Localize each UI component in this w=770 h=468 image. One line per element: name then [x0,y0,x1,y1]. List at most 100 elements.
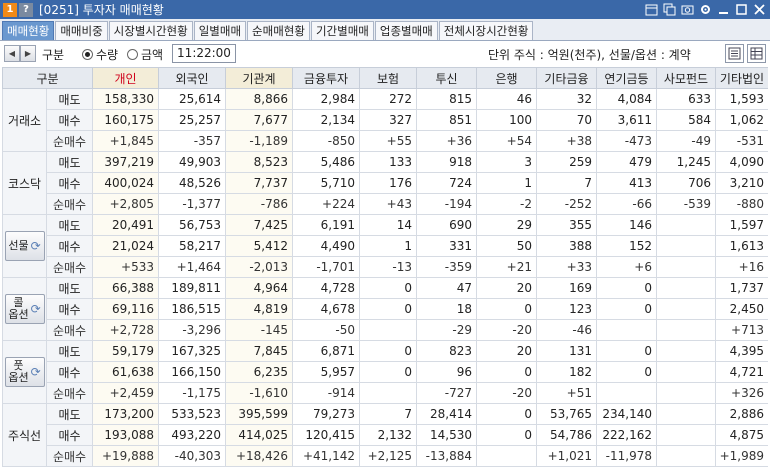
calendar-icon[interactable] [643,1,660,18]
radio-quantity[interactable]: 수량 [82,46,118,63]
table-cell: 146 [596,214,657,236]
group-cell-stock-futures: 주식선 [2,403,47,467]
row-type-label: 순매수 [46,130,93,152]
time-input[interactable]: 11:22:00 [172,44,236,63]
group-cell-kosdaq: 코스닥 [2,151,47,215]
tab-net-trading[interactable]: 순매매현황 [247,21,310,40]
put-option-button[interactable]: 풋 옵션 ⟳ [4,357,45,387]
radio-amount-dot[interactable] [127,49,138,60]
header-other-finance[interactable]: 기타금융 [536,67,597,89]
tab-sector-trading[interactable]: 업종별매매 [374,21,438,40]
table-cell: -20 [476,319,537,341]
table-cell: 96 [416,361,477,383]
table-cell: 123 [536,298,597,320]
table-cell: 20,491 [92,214,159,236]
group-label: 콜 옵션 [8,296,29,321]
tab-daily-trading[interactable]: 일별매매 [193,21,247,40]
header-financial-investment[interactable]: 금융투자 [292,67,360,89]
table-cell: 8,523 [225,151,293,173]
table-cell: 47 [416,277,477,299]
table-cell: -473 [596,130,657,152]
group-cell-futures[interactable]: 선물 ⟳ [2,214,47,278]
table-cell: +224 [292,193,360,215]
next-arrow-icon[interactable]: ▶ [20,45,36,62]
row-type-label: 매수 [46,172,93,194]
table-cell: 50 [476,235,537,257]
table-cell: +1,021 [536,445,597,467]
table-row: 코스닥 매도 397,219 49,903 8,523 5,486 133 918 3 259 47… [2,151,768,215]
radio-quantity-dot[interactable] [82,49,93,60]
table-row: 매수 400,024 48,526 7,737 5,710 176 724 1 7 413 706 3… [3,172,768,194]
header-individual[interactable]: 개인 [92,67,159,89]
tab-bar: 매매현황 매매비중 시장별시간현황 일별매매 순매매현황 기간별매매 업종별매매… [0,19,770,41]
header-foreign[interactable]: 외국인 [158,67,226,89]
minimize-icon[interactable] [715,1,732,18]
table-row: 주식선 매도 173,200 533,523 395,599 79,273 7 28,414 0… [2,403,768,467]
table-cell: 4,395 [715,340,768,362]
table-cell [359,319,417,341]
futures-button[interactable]: 선물 ⟳ [4,231,45,261]
table-cell: -11,978 [596,445,657,467]
row-type-label: 매수 [46,298,93,320]
table-cell [656,277,716,299]
table-cell: -13 [359,256,417,278]
table-cell: -1,175 [158,382,226,404]
table-cell: -2 [476,193,537,215]
header-institution[interactable]: 기관계 [225,67,293,89]
header-insurance[interactable]: 보험 [359,67,417,89]
table-cell: 272 [359,88,417,110]
copy-icon[interactable] [661,1,678,18]
table-cell: 133 [359,151,417,173]
table-cell: 14,530 [416,424,477,446]
table-cell: +33 [536,256,597,278]
table-cell: 3,210 [715,172,768,194]
grid-view-icon[interactable] [747,44,766,63]
table-row: 콜 옵션 ⟳ 매도 66,388 189,811 4,964 4,728 0 47 20 169 0 1… [2,277,768,341]
settings-icon[interactable] [697,1,714,18]
capture-icon[interactable] [679,1,696,18]
row-type-label: 매수 [46,361,93,383]
header-group[interactable]: 구분 [2,67,93,89]
table-cell [656,319,716,341]
group-cell-call-option[interactable]: 콜 옵션 ⟳ [2,277,47,341]
tab-trading-status[interactable]: 매매현황 [2,21,55,40]
table-cell: 160,175 [92,109,159,131]
table-cell: -20 [476,382,537,404]
tab-period-trading[interactable]: 기간별매매 [310,21,374,40]
header-pension[interactable]: 연기금등 [596,67,657,89]
group-cell-put-option[interactable]: 풋 옵션 ⟳ [2,340,47,404]
tab-all-market-time[interactable]: 전체시장시간현황 [438,21,534,40]
table-cell: -850 [292,130,360,152]
header-bank[interactable]: 은행 [476,67,537,89]
table-cell: -2,013 [225,256,293,278]
table-cell: -1,189 [225,130,293,152]
table-row: 순매수 +533 +1,464 -2,013 -1,701 -13 -359 +21 +33 +6… [3,256,768,278]
prev-arrow-icon[interactable]: ◀ [4,45,20,62]
table-cell: 166,150 [158,361,226,383]
table-cell: -252 [536,193,597,215]
table-cell: -3,296 [158,319,226,341]
table-cell: 7 [359,403,417,425]
table-cell: 6,871 [292,340,360,362]
table-cell: -13,884 [416,445,477,467]
screen-number-badge[interactable]: 1 [3,2,17,17]
window-title: [0251] 투자자 매매현황 [39,3,164,17]
radio-amount[interactable]: 금액 [127,46,163,63]
help-badge[interactable]: ? [19,2,33,17]
table-cell: 331 [416,235,477,257]
tab-market-time-status[interactable]: 시장별시간현황 [108,21,193,40]
table-cell: 8,866 [225,88,293,110]
maximize-icon[interactable] [733,1,750,18]
list-view-icon[interactable] [725,44,744,63]
tab-trading-ratio[interactable]: 매매비중 [55,21,108,40]
header-other-corp[interactable]: 기타법인 [715,67,768,89]
close-icon[interactable] [751,1,768,18]
header-investment-trust[interactable]: 투신 [416,67,477,89]
table-row: 풋 옵션 ⟳ 매도 59,179 167,325 7,845 6,871 0 823 20 131 0… [2,340,768,404]
group-label: 풋 옵션 [8,359,29,384]
table-cell: +41,142 [292,445,360,467]
header-private-fund[interactable]: 사모펀드 [656,67,716,89]
table-cell: 5,957 [292,361,360,383]
call-option-button[interactable]: 콜 옵션 ⟳ [4,294,45,324]
table-cell [596,382,657,404]
